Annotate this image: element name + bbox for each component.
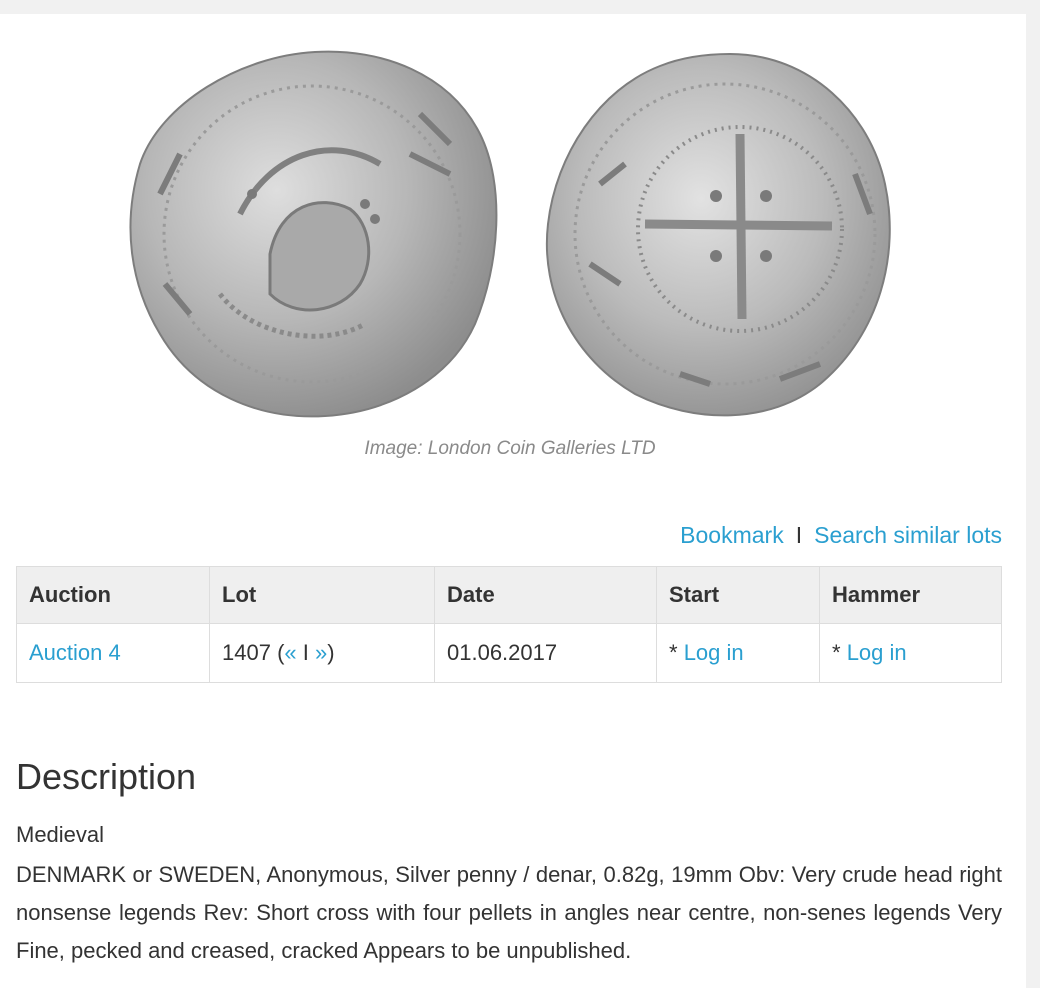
cell-start: * Log in — [656, 623, 820, 683]
previous-lot-link[interactable]: « — [284, 640, 296, 665]
hammer-login-link[interactable]: Log in — [847, 640, 907, 665]
coin-reverse-cross-icon — [545, 52, 891, 417]
hammer-asterisk: * — [832, 640, 841, 665]
description-category: Medieval — [16, 822, 105, 847]
lot-nav-close: ) — [327, 640, 335, 665]
table-header-row: Auction Lot Date Start Hammer — [16, 566, 1002, 624]
action-separator: I — [795, 522, 803, 548]
lot-info-table: Auction Lot Date Start Hammer Auction 4 … — [16, 566, 1002, 683]
page-right-edge — [1026, 14, 1040, 988]
lot-page: Image: London Coin Galleries LTD Bookmar… — [0, 14, 1026, 988]
start-login-link[interactable]: Log in — [684, 640, 744, 665]
cell-date: 01.06.2017 — [434, 623, 657, 683]
lot-number: 1407 — [222, 640, 271, 665]
lot-actions: Bookmark I Search similar lots — [680, 522, 1002, 549]
start-asterisk: * — [669, 640, 678, 665]
header-date: Date — [434, 566, 657, 624]
search-similar-lots-link[interactable]: Search similar lots — [814, 522, 1002, 548]
header-hammer: Hammer — [819, 566, 1002, 624]
image-caption: Image: London Coin Galleries LTD — [364, 438, 656, 459]
coin-image[interactable] — [120, 34, 900, 434]
coin-image-figure: Image: London Coin Galleries LTD — [0, 14, 1026, 484]
header-auction: Auction — [16, 566, 210, 624]
cell-auction: Auction 4 — [16, 623, 210, 683]
description-heading: Description — [16, 756, 197, 797]
table-row: Auction 4 1407 (« I ») 01.06.2017 * Log … — [16, 623, 1002, 683]
coin-obverse-head-icon — [129, 50, 498, 418]
cell-lot: 1407 (« I ») — [209, 623, 435, 683]
description-text: DENMARK or SWEDEN, Anonymous, Silver pen… — [16, 862, 1002, 963]
header-start: Start — [656, 566, 820, 624]
cell-hammer: * Log in — [819, 623, 1002, 683]
auction-link[interactable]: Auction 4 — [29, 640, 121, 665]
lot-nav-separator: I — [302, 640, 309, 665]
next-lot-link[interactable]: » — [315, 640, 327, 665]
bookmark-link[interactable]: Bookmark — [680, 522, 784, 548]
header-lot: Lot — [209, 566, 435, 624]
